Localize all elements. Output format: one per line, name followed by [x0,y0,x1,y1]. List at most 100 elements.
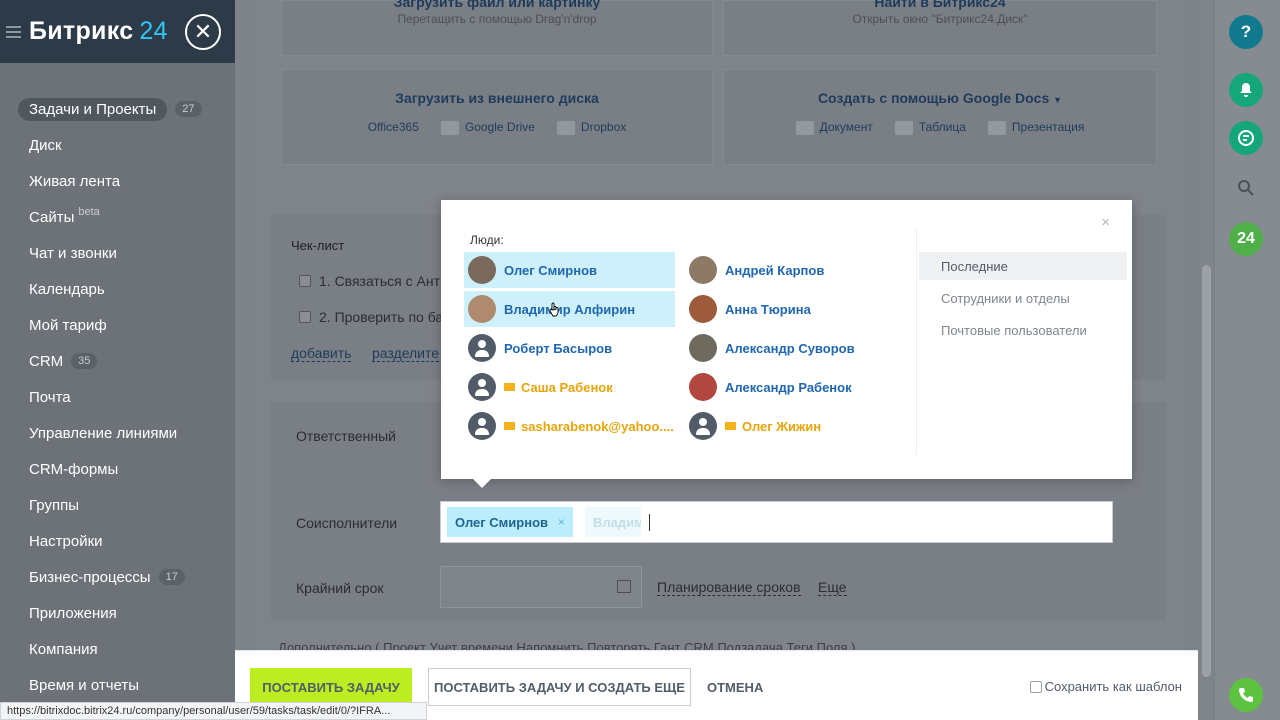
sidebar-item-bizproc[interactable]: Бизнес-процессы 17 [0,559,235,595]
sidebar-item-company[interactable]: Компания [0,631,235,667]
responsible-label: Ответственный [296,428,396,444]
sidebar-item-openlines[interactable]: Управление линиями [0,415,235,451]
popup-divider [916,230,917,455]
find-in-bitrix-card[interactable]: Найти в Битрикс24 Открыть окно "Битрикс2… [723,0,1157,56]
person-item[interactable]: sasharabenok@yahoo.... [464,408,675,444]
create-task-and-another-button[interactable]: ПОСТАВИТЬ ЗАДАЧУ И СОЗДАТЬ ЕЩЕ [428,668,691,706]
person-item[interactable]: Александр Суворов [685,330,905,366]
help-button[interactable]: ? [1229,15,1263,49]
checklist-item: 1. Связаться с Ант [299,273,440,289]
sidebar-item-timeman[interactable]: Время и отчеты [0,667,235,703]
upload-card-subtitle: Открыть окно "Битрикс24.Диск" [852,12,1028,26]
checklist-item-text: 1. Связаться с Ант [319,273,440,289]
person-item[interactable]: Олег Жижин [685,408,905,444]
save-as-template[interactable]: Сохранить как шаблон [1029,679,1182,694]
checklist-separator-link[interactable]: разделите [372,345,440,362]
person-name: Олег Смирнов [504,262,598,278]
cancel-button[interactable]: ОТМЕНА [707,668,763,706]
coexecutor-tag[interactable]: Олег Смирнов × [447,507,574,537]
deadline-input[interactable] [440,566,642,608]
logo-text: Битрикс [29,17,134,45]
sidebar-item-settings[interactable]: Настройки [0,523,235,559]
person-name: Роберт Басыров [504,340,613,356]
phone-button[interactable] [1229,678,1263,712]
tab-mail-users[interactable]: Почтовые пользователи [919,316,1127,344]
checklist-item: 2. Проверить по ба [299,309,443,325]
sidebar-item-tariff[interactable]: Мой тариф [0,307,235,343]
coexecutors-input[interactable]: Олег Смирнов × Владим [440,501,1113,543]
more-link[interactable]: Еще [818,579,847,596]
person-item[interactable]: Роберт Басыров [464,330,675,366]
user-selector-popup: × Люди: Олег Смирнов Владимир Алфирин Ро… [441,200,1132,479]
person-item[interactable]: Олег Смирнов [464,252,675,288]
sidebar-item-feed[interactable]: Живая лента [0,163,235,199]
avatar [689,295,717,323]
close-icon[interactable]: ✕ [185,14,221,50]
tab-departments[interactable]: Сотрудники и отделы [919,284,1127,312]
dropbox-link[interactable]: Dropbox [556,120,627,135]
sheet-link[interactable]: Таблица [894,120,966,135]
upload-card-title: Загрузить файл или картинку [393,0,601,10]
sidebar-item-tasks[interactable]: Задачи и Проекты 27 [0,91,235,127]
sidebar-item-mail[interactable]: Почта [0,379,235,415]
notifications-button[interactable] [1229,73,1263,107]
avatar [689,373,717,401]
avatar [689,412,717,440]
person-item[interactable]: Саша Рабенок [464,369,675,405]
google-docs-dropdown[interactable]: Создать с помощью Google Docs ▼ [724,90,1156,106]
upload-file-card[interactable]: Загрузить файл или картинку Перетащить с… [281,0,713,56]
counter-badge: 27 [175,101,202,117]
sidebar-item-calendar[interactable]: Календарь [0,271,235,307]
person-item[interactable]: Александр Рабенок [685,369,905,405]
calendar-icon[interactable] [617,580,631,593]
sidebar-item-apps[interactable]: Приложения [0,595,235,631]
doc-link[interactable]: Документ [795,120,873,135]
sidebar-item-chat[interactable]: Чат и звонки [0,235,235,271]
sidebar-item-label: CRM-формы [29,460,119,478]
presentation-icon [987,120,1006,135]
link-label: Таблица [918,120,966,134]
checklist-checkbox[interactable] [299,311,311,323]
link-label: Dropbox [580,120,627,134]
counter-badge: 35 [71,353,98,369]
slides-link[interactable]: Презентация [987,120,1084,135]
google-drive-link[interactable]: Google Drive [440,120,535,135]
tab-recent[interactable]: Последние [919,252,1127,280]
checklist-checkbox[interactable] [299,275,311,287]
logo-number: 24 [139,17,168,45]
search-button[interactable] [1229,171,1263,205]
tag-label: Олег Смирнов [455,514,549,530]
sidebar-item-crm[interactable]: CRM 35 [0,343,235,379]
google-docs-card: Создать с помощью Google Docs ▼ Документ… [723,69,1157,165]
close-icon[interactable]: × [1101,214,1110,231]
sidebar-item-label: Управление линиями [29,424,178,442]
logo[interactable]: Битрикс 24 [29,17,168,46]
search-icon [1238,180,1254,196]
scrollbar-thumb[interactable] [1202,265,1211,677]
create-task-button[interactable]: ПОСТАВИТЬ ЗАДАЧУ [250,668,412,706]
mouse-cursor-icon [549,302,559,317]
person-item[interactable]: Андрей Карпов [685,252,905,288]
additional-options-row[interactable]: Дополнительно ( Проект Учет времени Напо… [278,640,1158,650]
menu-icon[interactable] [6,25,21,38]
person-item[interactable]: Владимир Алфирин [464,291,675,327]
person-name: Андрей Карпов [725,262,825,278]
right-rail: ? 24 [1214,0,1280,720]
messenger-button[interactable] [1229,121,1263,155]
sidebar-item-disk[interactable]: Диск [0,127,235,163]
sidebar-item-sites[interactable]: Сайты beta [0,199,235,235]
sidebar-item-crm-forms[interactable]: CRM-формы [0,451,235,487]
save-template-checkbox[interactable] [1029,680,1042,693]
remove-tag-icon[interactable]: × [558,515,565,529]
tab-label: Почтовые пользователи [941,322,1087,338]
sidebar-item-groups[interactable]: Группы [0,487,235,523]
person-item[interactable]: Анна Тюрина [685,291,905,327]
bitrix24-button[interactable]: 24 [1229,222,1263,256]
planning-link[interactable]: Планирование сроков [657,579,801,596]
avatar [689,334,717,362]
dropbox-icon [556,120,575,135]
google-drive-icon [440,120,459,135]
office365-link[interactable]: Office365 [368,120,419,135]
upload-card-title: Найти в Битрикс24 [874,0,1006,10]
checklist-add-link[interactable]: добавить [291,345,352,362]
